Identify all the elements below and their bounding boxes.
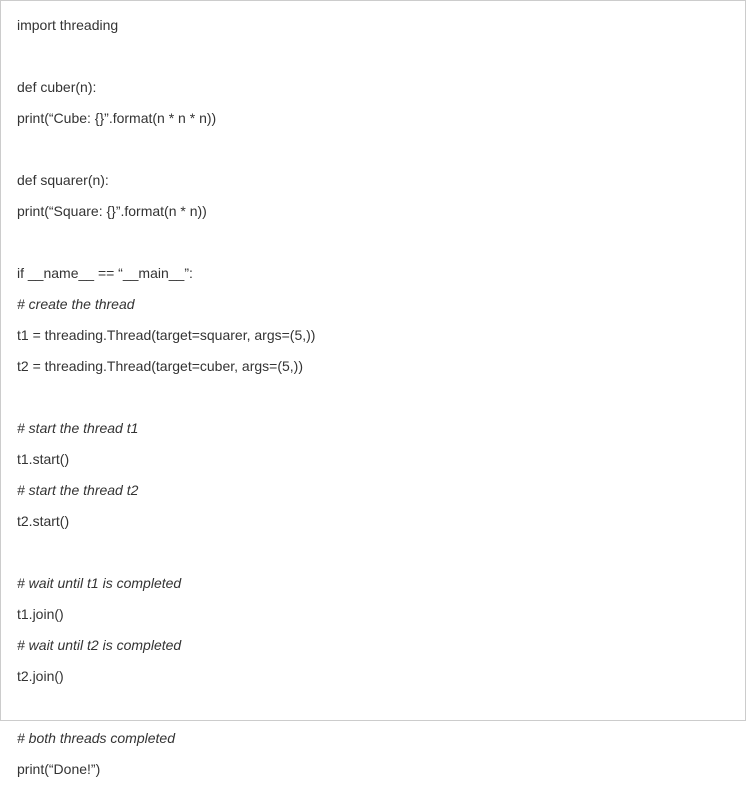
code-line: # start the thread t2 (17, 480, 729, 501)
code-block: import threading def cuber(n): print(“Cube… (0, 0, 746, 721)
code-line: t1.join() (17, 604, 729, 625)
code-line: print(“Square: {}”.format(n * n)) (17, 201, 729, 222)
code-line: t2.join() (17, 666, 729, 687)
code-line: t1 = threading.Thread(target=squarer, ar… (17, 325, 729, 346)
code-line: def squarer(n): (17, 170, 729, 191)
code-line: t2 = threading.Thread(target=cuber, args… (17, 356, 729, 377)
code-line: # both threads completed (17, 728, 729, 749)
code-line (17, 46, 729, 67)
code-line (17, 139, 729, 160)
code-line: if __name__ == “__main__”: (17, 263, 729, 284)
code-line (17, 387, 729, 408)
code-line: print(“Cube: {}”.format(n * n * n)) (17, 108, 729, 129)
code-line: # wait until t1 is completed (17, 573, 729, 594)
code-line: import threading (17, 15, 729, 36)
code-line: def cuber(n): (17, 77, 729, 98)
code-line: # start the thread t1 (17, 418, 729, 439)
code-line: t1.start() (17, 449, 729, 470)
code-line: t2.start() (17, 511, 729, 532)
code-content: import threading def cuber(n): print(“Cube… (17, 15, 729, 790)
code-line: # create the thread (17, 294, 729, 315)
code-line (17, 542, 729, 563)
code-line (17, 232, 729, 253)
code-line (17, 697, 729, 718)
code-line: # wait until t2 is completed (17, 635, 729, 656)
code-line: print(“Done!”) (17, 759, 729, 780)
